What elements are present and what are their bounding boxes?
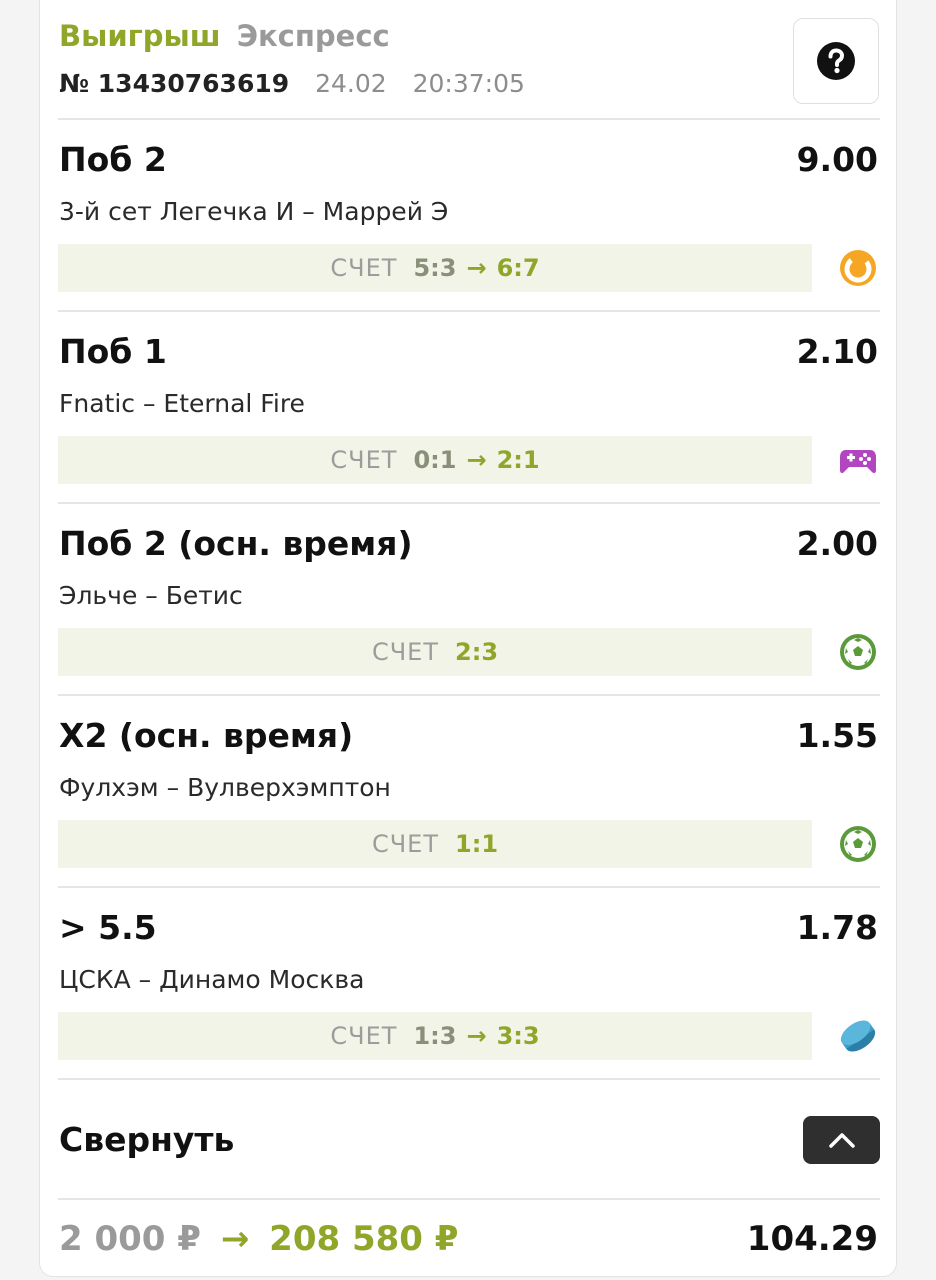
event-row[interactable]: > 5.5 1.78 ЦСКА – Динамо Москва СЧЕТ 1:3… [58,888,880,1078]
score-from: 1:3 [413,1022,457,1050]
score-to: 2:1 [496,446,540,474]
stake-line: 2 000 ₽ → 208 580 ₽ [59,1218,458,1260]
bet-status-line: Выигрыш Экспресс [59,18,879,54]
bet-card: Выигрыш Экспресс № 13430763619 24.02 20:… [39,0,897,1277]
event-odds: 2.10 [796,332,878,371]
score-box: СЧЕТ 5:3 → 6:7 [58,244,812,292]
stake-amount: 2 000 ₽ [59,1219,201,1259]
event-market: Х2 (осн. время) [59,716,354,755]
total-odds: 104.29 [746,1219,878,1259]
event-row[interactable]: Поб 1 2.10 Fnatic – Eternal Fire СЧЕТ 0:… [58,312,880,502]
event-odds: 9.00 [796,140,878,179]
event-row[interactable]: Х2 (осн. время) 1.55 Фулхэм – Вулверхэмп… [58,696,880,886]
help-button[interactable] [793,18,879,104]
score-label: СЧЕТ [330,446,398,474]
football-icon [840,634,876,670]
score-to: 1:1 [455,830,499,858]
payout-amount: 208 580 ₽ [269,1219,459,1259]
event-market: > 5.5 [59,908,157,947]
score-box: СЧЕТ 1:3 → 3:3 [58,1012,812,1060]
score-to: 2:3 [455,638,499,666]
event-row[interactable]: Поб 2 9.00 3-й сет Легечка И – Маррей Э … [58,120,880,310]
bet-footer: 2 000 ₽ → 208 580 ₽ 104.29 [58,1200,880,1277]
tennis-icon [840,250,876,286]
score-from: 0:1 [413,446,457,474]
score-to: 3:3 [496,1022,540,1050]
bet-time: 20:37:05 [412,69,525,98]
football-icon [840,826,876,862]
collapse-label: Свернуть [59,1120,235,1159]
chevron-up-icon [828,1133,855,1148]
event-match: Эльче – Бетис [59,581,243,610]
event-row[interactable]: Поб 2 (осн. время) 2.00 Эльче – Бетис СЧ… [58,504,880,694]
score-label: СЧЕТ [330,1022,398,1050]
event-odds: 1.55 [796,716,878,755]
event-match: ЦСКА – Динамо Москва [59,965,365,994]
score-arrow: → [466,1022,487,1050]
event-odds: 1.78 [796,908,878,947]
collapse-row[interactable]: Свернуть [58,1080,880,1198]
event-match: Fnatic – Eternal Fire [59,389,305,418]
bet-type: Экспресс [236,19,390,53]
score-label: СЧЕТ [371,638,440,666]
question-circle-icon [817,42,855,80]
score-label: СЧЕТ [371,830,440,858]
hockey-puck-icon [840,1020,876,1052]
event-market: Поб 2 [59,140,167,179]
event-match: 3-й сет Легечка И – Маррей Э [59,197,449,226]
bet-header: Выигрыш Экспресс № 13430763619 24.02 20:… [59,18,879,118]
score-from: 5:3 [413,254,457,282]
bet-date: 24.02 [315,69,387,98]
bet-meta: № 13430763619 24.02 20:37:05 [59,68,879,100]
score-box: СЧЕТ 2:3 [58,628,812,676]
esports-gamepad-icon [840,450,876,474]
score-box: СЧЕТ 0:1 → 2:1 [58,436,812,484]
ticket-number: № 13430763619 [59,69,290,98]
event-match: Фулхэм – Вулверхэмптон [59,773,391,802]
score-label: СЧЕТ [330,254,398,282]
payout-arrow: → [220,1219,250,1259]
score-arrow: → [466,254,487,282]
score-box: СЧЕТ 1:1 [58,820,812,868]
bet-status: Выигрыш [59,19,221,53]
event-market: Поб 1 [59,332,167,371]
collapse-button[interactable] [803,1116,880,1164]
event-odds: 2.00 [796,524,878,563]
score-arrow: → [466,446,487,474]
score-to: 6:7 [496,254,540,282]
event-market: Поб 2 (осн. время) [59,524,413,563]
